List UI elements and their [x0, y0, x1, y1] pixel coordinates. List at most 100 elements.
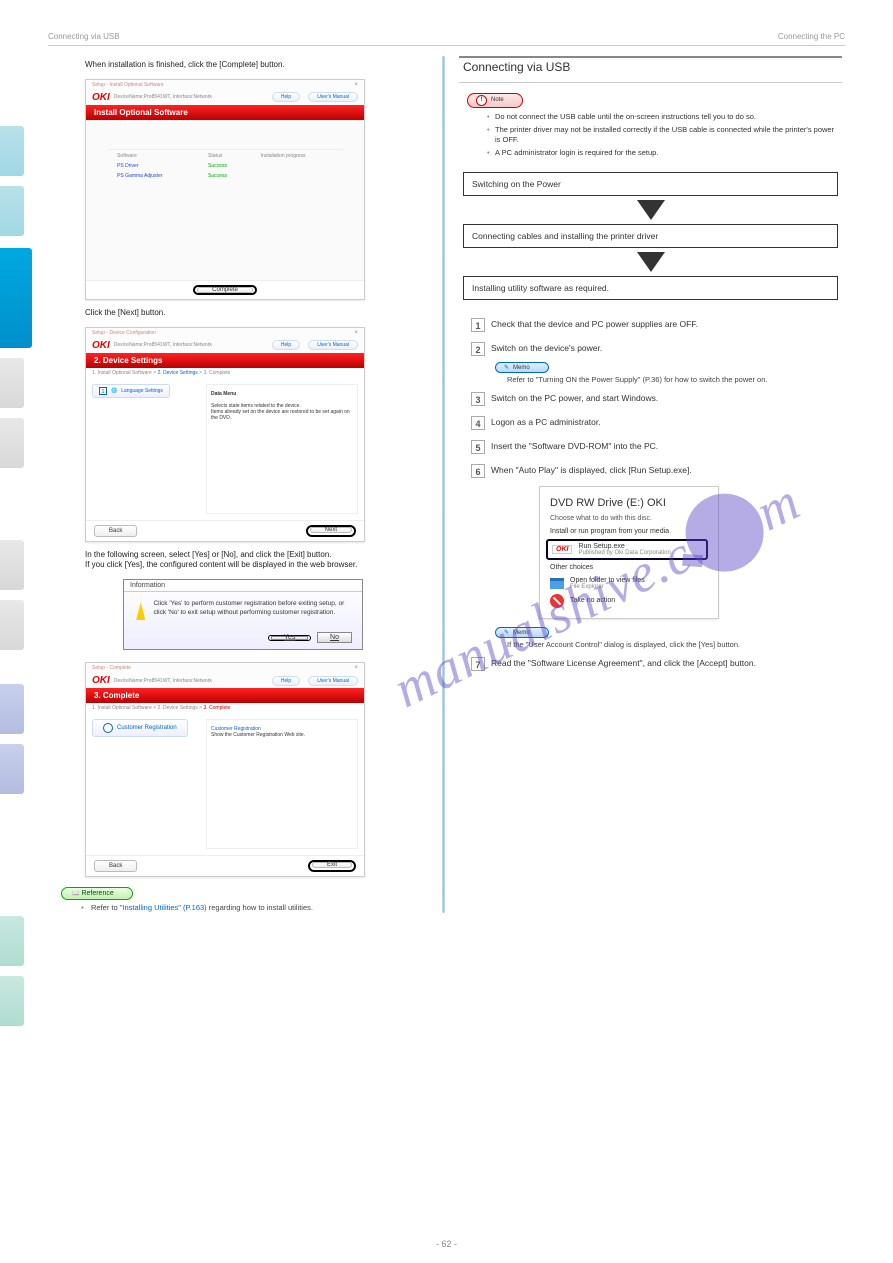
exit-button[interactable]: Exit [312, 862, 352, 868]
customer-registration-button[interactable]: Customer Registration [92, 719, 188, 737]
rstep-4: Logon as a PC administrator. [491, 408, 601, 430]
autoplay-title: DVD RW Drive (E:) OKI [550, 497, 708, 509]
next-button[interactable]: Next [310, 527, 352, 533]
note-badge: Note [467, 93, 523, 108]
information-dialog: Information Click 'Yes' to perform custo… [123, 579, 363, 650]
close-icon[interactable]: × [354, 665, 358, 671]
complete-title-bar: 3. Complete [86, 688, 364, 703]
dialog-device-settings: Setup - Device Configuration × OKI Devic… [85, 327, 365, 542]
side-tab-11[interactable] [0, 976, 24, 1026]
device-name-text: DeviceName:Pro8541WT, Interface:Network [114, 678, 212, 684]
step-10-text: In the following screen, select [Yes] or… [53, 546, 440, 572]
back-button[interactable]: Back [94, 525, 137, 537]
warning-icon [136, 602, 145, 620]
close-icon[interactable]: × [354, 82, 358, 88]
arrow-down-icon [637, 200, 665, 220]
close-icon[interactable]: × [354, 330, 358, 336]
no-button[interactable]: No [317, 632, 352, 643]
dialog-complete: Setup - Complete × OKI DeviceName:Pro854… [85, 662, 365, 877]
rstep-2: Switch on the device's power. [491, 334, 602, 356]
side-tab-7[interactable] [0, 600, 24, 650]
info-title: Information [124, 580, 362, 592]
install-window-title: Setup - Install Optional Software [92, 82, 164, 88]
language-settings-button[interactable]: 1🌐Language Settings [92, 384, 170, 398]
memo-badge: Memo [495, 362, 549, 373]
step-number-7: 7 [471, 657, 485, 671]
rstep-7: Read the "Software License Agreement", a… [491, 649, 756, 671]
complete-button-highlight: Complete [193, 285, 257, 295]
step-8-text: When installation is finished, click the… [53, 56, 440, 71]
header-left: Connecting via USB [48, 32, 120, 41]
page-number: - 62 - [436, 1239, 457, 1249]
dialog-install-optional: Setup - Install Optional Software × OKI … [85, 79, 365, 300]
autoplay-subtitle: Choose what to do with this disc. [550, 515, 708, 522]
info-body-text: Click 'Yes' to perform customer registra… [153, 600, 350, 620]
run-setup-item[interactable]: OKI Run Setup.exePublished by Oki Data C… [546, 539, 708, 560]
side-tab-6[interactable] [0, 540, 24, 590]
step-number-5: 5 [471, 440, 485, 454]
breadcrumb: 1. Install Optional Software > 2. Device… [86, 368, 364, 378]
pane-text-2: Items already set on the device are rest… [211, 409, 353, 421]
complete-button[interactable]: Complete [197, 287, 253, 293]
oki-logo: OKI [92, 340, 110, 351]
autoplay-dialog: DVD RW Drive (E:) OKI Choose what to do … [539, 486, 719, 619]
no-action-icon [550, 594, 564, 608]
header-right: Connecting the PC [778, 32, 845, 41]
next-button-highlight: Next [306, 525, 356, 537]
help-button[interactable]: Help [272, 676, 300, 686]
memo-2-text: Refer to "Turning ON the Power Supply" (… [459, 375, 842, 384]
column-divider [442, 56, 445, 913]
reference-badge: 📖 Reference [61, 887, 133, 900]
device-name-text: DeviceName:Pro8541WT, Interface:Network [114, 342, 212, 348]
reference-list: Refer to "Installing Utilities" (P.163) … [53, 902, 440, 913]
step-number-1: 1 [471, 318, 485, 332]
help-button[interactable]: Help [272, 92, 300, 102]
no-action-item[interactable]: Take no action [550, 592, 708, 610]
step-num-icon: 1 [99, 387, 107, 395]
breadcrumb: 1. Install Optional Software > 2. Device… [86, 703, 364, 713]
rstep-6: When "Auto Play" is displayed, click [Ru… [491, 456, 692, 478]
flow-box-1: Switching on the Power [463, 172, 838, 196]
side-tab-4[interactable] [0, 358, 24, 408]
reference-link[interactable]: "Installing Utilities" (P.163) [120, 903, 207, 912]
manual-button[interactable]: User's Manual [308, 340, 358, 350]
manual-button[interactable]: User's Manual [308, 676, 358, 686]
install-title-bar: Install Optional Software [86, 105, 364, 120]
yes-button[interactable]: Yes [271, 636, 308, 640]
step-number-2: 2 [471, 342, 485, 356]
side-tabs [0, 56, 45, 913]
help-button[interactable]: Help [272, 340, 300, 350]
section-title: Connecting via USB [459, 60, 842, 76]
side-tab-5[interactable] [0, 418, 24, 468]
step-number-6: 6 [471, 464, 485, 478]
rstep-5: Insert the "Software DVD-ROM" into the P… [491, 432, 658, 454]
step-number-3: 3 [471, 392, 485, 406]
side-tab-8[interactable] [0, 684, 24, 734]
side-tab-2[interactable] [0, 186, 24, 236]
flow-box-2: Connecting cables and installing the pri… [463, 224, 838, 248]
flow-diagram: Switching on the Power Connecting cables… [459, 166, 842, 310]
folder-icon [550, 578, 564, 589]
oki-logo: OKI [92, 92, 110, 103]
side-tab-1[interactable] [0, 126, 24, 176]
yes-button-highlight: Yes [268, 635, 311, 641]
step-number-4: 4 [471, 416, 485, 430]
oki-logo: OKI [92, 675, 110, 686]
rstep-1: Check that the device and PC power suppl… [491, 310, 698, 332]
device-name-text: DeviceName:Pro8541WT, Interface:Network [114, 94, 212, 100]
manual-button[interactable]: User's Manual [308, 92, 358, 102]
side-tab-9[interactable] [0, 744, 24, 794]
exit-button-highlight: Exit [308, 860, 356, 872]
open-folder-item[interactable]: Open folder to view filesFile Explorer [550, 575, 708, 592]
side-tab-current[interactable] [0, 248, 32, 348]
devset-title-bar: 2. Device Settings [86, 353, 364, 368]
memo-badge: Memo [495, 627, 549, 638]
side-tab-10[interactable] [0, 916, 24, 966]
reg-pane-text: Show the Customer Registration Web site. [211, 732, 353, 738]
dconfig-window-title: Setup - Device Configuration [92, 330, 156, 336]
back-button[interactable]: Back [94, 860, 137, 872]
memo-6-text: If the "User Account Control" dialog is … [459, 640, 842, 649]
oki-icon: OKI [552, 545, 572, 554]
globe-icon [103, 723, 113, 733]
autoplay-section-2: Other choices [550, 564, 708, 571]
